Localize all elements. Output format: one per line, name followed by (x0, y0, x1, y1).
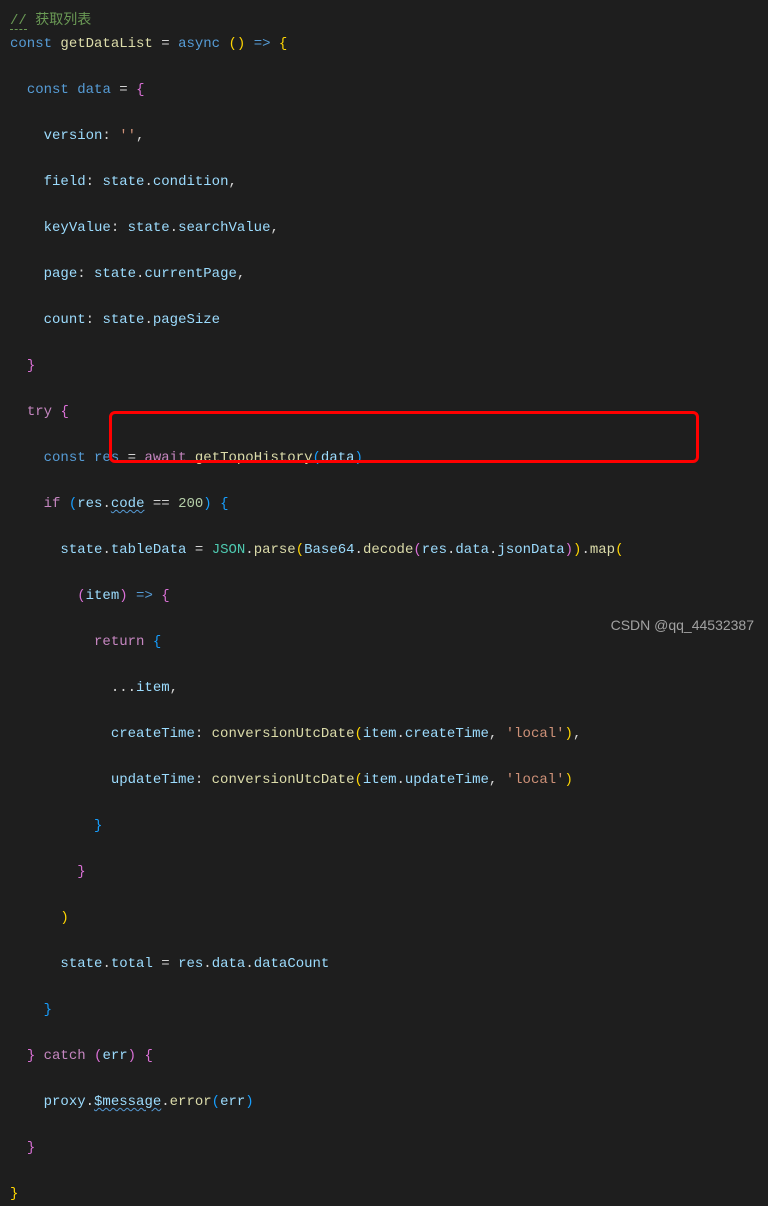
code-block: // 获取列表const getDataList = async () => {… (10, 10, 768, 1206)
watermark: CSDN @qq_44532387 (611, 614, 754, 637)
